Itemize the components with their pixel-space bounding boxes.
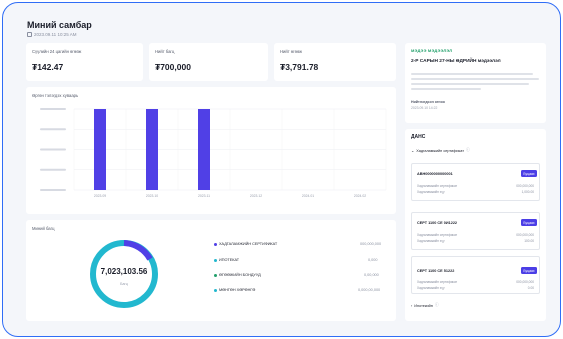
accounts-card: ДАНС ⌄ Хадгаламжийн сертификат ⓘ АВН0000…: [405, 129, 546, 321]
y-tick-label: [40, 148, 66, 151]
stat-value: ₮700,000: [155, 62, 191, 72]
x-tick-label: 2023.12: [250, 194, 262, 198]
stat-value: ₮142.47: [32, 62, 64, 72]
bar[interactable]: [198, 109, 210, 190]
legend-dot: [214, 242, 217, 246]
legend-dot: [214, 273, 217, 277]
x-tick-label: 2023.10: [146, 194, 158, 198]
account-name: СЕРТ 1100 СЕ 51222: [417, 269, 455, 273]
info-icon: ⓘ: [466, 148, 470, 152]
legend-label: МӨНГӨН ХӨРӨНГӨ: [219, 288, 256, 292]
chevron-down-icon: ⌄: [411, 149, 415, 153]
legend-value: 000,000,000: [360, 242, 382, 246]
x-tick-label: 2023.09: [94, 194, 106, 198]
bar[interactable]: [146, 109, 158, 190]
legend-value: 0,000: [368, 258, 378, 262]
legend-value: 0,000,00,000: [358, 288, 381, 292]
text-placeholder: [411, 73, 533, 75]
schedule-chart-card: Өргөн тэлэгдэх хуваарь 2023.09 2023.10 202…: [26, 87, 396, 214]
account-name: СЕРТ 1100 СЕ 0И1222: [417, 221, 458, 225]
stat-label: Сүүлийн 24 цагийн өгөөж: [32, 49, 82, 54]
account-row-value: 1,000.00: [521, 190, 534, 194]
accounts-title: ДАНС: [411, 134, 426, 140]
y-tick-label: [40, 168, 66, 171]
announcement-card[interactable]: МЭДЭЭ МЭДЭЭЛЭЛ 2-Р САРЫН 27-НЫ ӨДРИЙН мэ…: [405, 43, 546, 123]
announcement-section: МЭДЭЭ МЭДЭЭЛЭЛ: [411, 48, 453, 53]
account-row-value: 000,000,000: [516, 184, 534, 188]
account-action-button[interactable]: Буцаах: [521, 267, 537, 274]
y-tick-label: [40, 108, 66, 110]
group-label: Ипотекийн: [414, 303, 433, 308]
legend-dot: [214, 288, 217, 292]
legend-label: ӨГӨӨЖИЙН БОНДУУД: [219, 273, 261, 277]
bar[interactable]: [94, 109, 106, 190]
portfolio-legend-item: ХАДГАЛАМЖИЙН СЕРТИФИКАТ: [214, 242, 277, 246]
account-row-label: Хадгаламжийн сертификат: [417, 184, 458, 188]
legend-value: 0,00,000: [364, 273, 379, 277]
account-row-label: Хадгаламжийн хүү: [417, 190, 445, 194]
text-placeholder: [411, 88, 481, 90]
stat-value: ₮3,791.78: [280, 62, 319, 72]
text-placeholder: [411, 83, 529, 85]
stat-label: Нийт өгөөж: [280, 49, 303, 54]
portfolio-card: Миний багц 7,023,103.56 Багц ХАДГАЛАМЖИЙ…: [26, 220, 396, 321]
announcement-title[interactable]: 2-Р САРЫН 27-НЫ ӨДРИЙН мэдээлэл: [411, 59, 501, 64]
portfolio-total-sub: Багц: [120, 282, 128, 286]
legend-dot: [214, 258, 217, 262]
stat-label: Нийт багц: [155, 49, 175, 54]
info-icon: ⓘ: [434, 303, 439, 307]
portfolio-total: 7,023,103.56: [100, 267, 148, 276]
account-name: АВН0000000000001: [417, 172, 453, 176]
y-tick-label: [40, 128, 66, 131]
donut-accent: [123, 240, 153, 261]
accounts-group-toggle[interactable]: ⌄ Хадгаламжийн сертификат ⓘ: [411, 148, 470, 153]
announcement-date-label: Нийтлэгдсэн огноо: [411, 100, 445, 104]
account-row-label: Хадгаламжийн хүү: [417, 239, 445, 243]
account-row-label: Хадгаламжийн хүү: [417, 286, 445, 290]
calendar-icon: [27, 32, 32, 37]
bar-chart: 2023.09 2023.10 2023.11 2023.12 2024.01 2024.…: [40, 108, 387, 198]
account-action-button[interactable]: Буцаах: [521, 170, 537, 177]
legend-label: ХАДГАЛАМЖИЙН СЕРТИФИКАТ: [219, 242, 278, 246]
portfolio-donut: [90, 240, 158, 308]
account-item[interactable]: СЕРТ 1100 СЕ 0И1222 Буцаах Хадгаламжийн …: [411, 212, 540, 250]
account-row-label: Хадгаламжийн сертификат: [417, 233, 458, 237]
x-tick-label: 2023.11: [198, 194, 210, 198]
account-row-value: 000,000,000: [516, 280, 534, 284]
dashboard-frame: Миний самбар 2023.09.11 10:25 AM Сүүлийн…: [2, 2, 561, 337]
account-row-value: 000,000,000: [516, 233, 534, 237]
stat-card-total-portfolio: Нийт багц ₮700,000: [149, 43, 268, 81]
announcement-date: 2023.09.10 14:22: [411, 106, 438, 110]
account-action-button[interactable]: Буцаах: [521, 219, 537, 226]
portfolio-legend-item: ИПОТЕКАТ: [214, 258, 239, 262]
group-label: Хадгаламжийн сертификат: [416, 148, 464, 153]
account-row-value: 100.00: [524, 239, 534, 243]
page-date: 2023.09.11 10:25 AM: [27, 32, 76, 37]
chevron-right-icon: ›: [411, 303, 413, 308]
portfolio-legend-item: ӨГӨӨЖИЙН БОНДУУД: [214, 273, 261, 277]
stat-card-total-return: Нийт өгөөж ₮3,791.78: [274, 43, 396, 81]
account-row-value: 0.00: [527, 286, 534, 290]
account-row-label: Хадгаламжийн сертификат: [417, 280, 458, 284]
stat-card-daily-return: Сүүлийн 24 цагийн өгөөж ₮142.47: [26, 43, 143, 81]
x-tick-label: 2024.01: [302, 194, 314, 198]
y-tick-label: [40, 189, 66, 191]
x-tick-label: 2024.02: [354, 194, 366, 198]
account-item[interactable]: АВН0000000000001 Буцаах Хадгаламжийн сер…: [411, 163, 540, 201]
account-item[interactable]: СЕРТ 1100 СЕ 51222 Буцаах Хадгаламжийн с…: [411, 256, 540, 294]
accounts-group2-toggle[interactable]: › Ипотекийн ⓘ: [411, 303, 439, 308]
legend-label: ИПОТЕКАТ: [219, 258, 240, 262]
page-date-text: 2023.09.11 10:25 AM: [34, 32, 77, 37]
portfolio-legend-item: МӨНГӨН ХӨРӨНГӨ: [214, 288, 255, 292]
page-title: Миний самбар: [27, 20, 92, 30]
text-placeholder: [411, 78, 539, 80]
